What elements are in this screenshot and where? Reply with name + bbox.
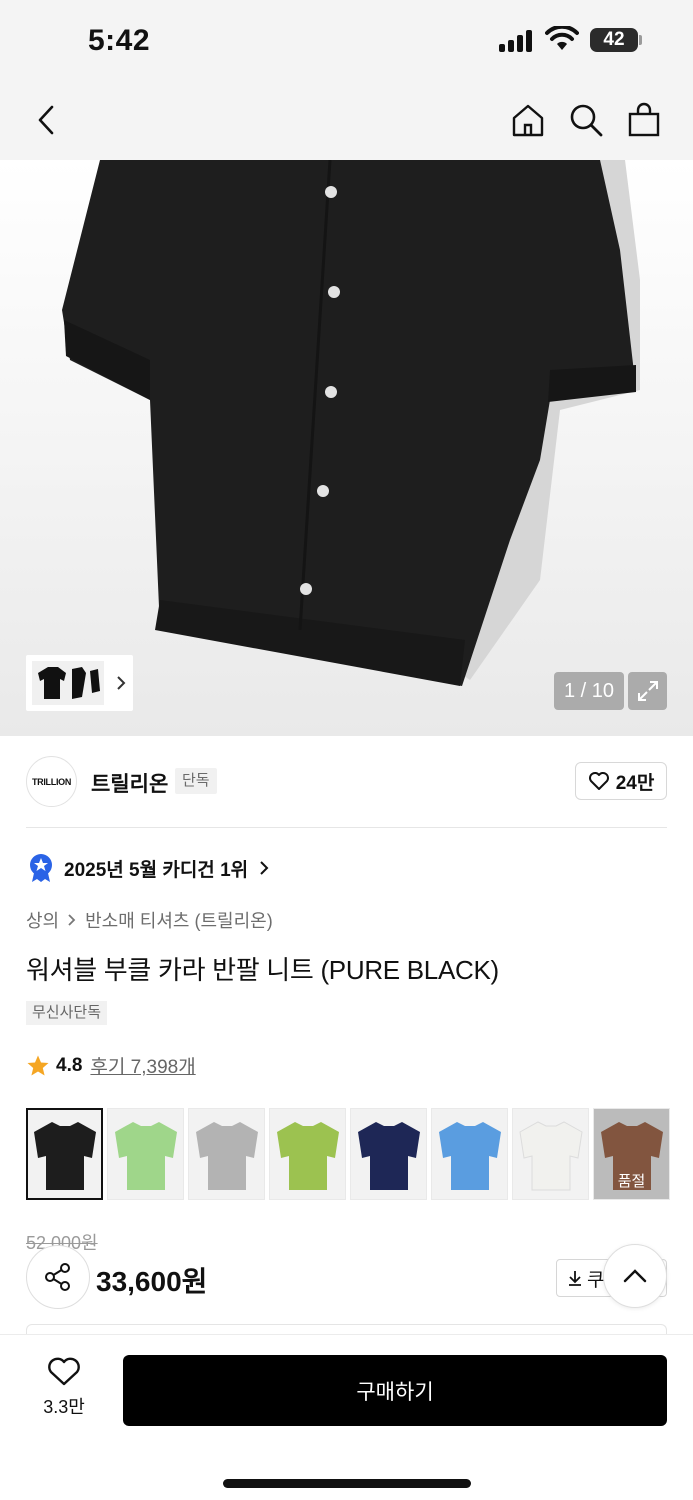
color-option-soldout[interactable]: 품절	[593, 1108, 670, 1200]
expand-icon	[637, 681, 658, 701]
sale-price: 33,600원	[96, 1266, 208, 1297]
chevron-up-icon	[623, 1269, 647, 1283]
chevron-right-icon	[117, 676, 126, 690]
buy-button[interactable]: 구매하기	[123, 1355, 667, 1426]
color-option[interactable]	[26, 1108, 103, 1200]
color-option[interactable]	[512, 1108, 589, 1200]
color-option[interactable]	[269, 1108, 346, 1200]
fullscreen-button[interactable]	[628, 672, 667, 710]
chevron-right-icon	[260, 861, 269, 875]
chevron-left-icon	[38, 105, 54, 135]
soldout-label: 품절	[617, 1173, 646, 1190]
favorite-button[interactable]: 3.3만	[26, 1357, 102, 1427]
color-option[interactable]	[431, 1108, 508, 1200]
image-counter: 1 / 10	[554, 672, 624, 710]
home-button[interactable]	[506, 98, 550, 142]
rating-score: 4.8	[56, 1054, 83, 1076]
shirt-thumbnail	[195, 1122, 258, 1190]
search-icon	[570, 104, 603, 137]
search-button[interactable]	[564, 98, 608, 142]
shirt-thumbnail	[357, 1122, 420, 1190]
rating-row: 4.8 후기 7,398개	[26, 1052, 196, 1079]
product-title: 워셔블 부클 카라 반팔 니트 (PURE BLACK)	[26, 955, 499, 985]
breadcrumb-category[interactable]: 상의	[26, 907, 59, 933]
ranking-badge-icon	[30, 854, 52, 882]
heart-icon	[588, 772, 609, 790]
download-icon	[569, 1271, 581, 1286]
divider	[26, 827, 667, 828]
battery-tip	[639, 35, 642, 45]
breadcrumb-subcategory[interactable]: 반소매 티셔츠 (트릴리온)	[85, 907, 273, 933]
product-image-gallery[interactable]: 1 / 10	[0, 160, 693, 736]
shirt-thumbnail	[33, 1122, 96, 1190]
color-options: 품절	[26, 1108, 670, 1200]
share-button[interactable]	[26, 1245, 90, 1309]
thumbnail-images	[32, 661, 104, 705]
favorite-count: 3.3만	[43, 1397, 85, 1417]
heart-icon	[48, 1357, 80, 1386]
ranking-text: 2025년 5월 카디건 1위	[64, 859, 249, 881]
exclusive-badge: 단독	[175, 768, 217, 794]
cellular-signal-icon	[499, 30, 535, 52]
coupon-label: 쿠	[587, 1269, 605, 1291]
shirt-thumbnail	[276, 1122, 339, 1190]
color-option[interactable]	[107, 1108, 184, 1200]
star-icon	[27, 1055, 49, 1075]
brand-logo[interactable]: TRILLION	[26, 756, 77, 807]
brand-like-count: 24만	[615, 772, 655, 794]
wifi-icon	[545, 26, 579, 50]
chevron-right-icon	[68, 914, 76, 926]
shirt-thumbnail	[114, 1122, 177, 1190]
shirt-thumbnail	[438, 1122, 501, 1190]
battery-icon: 42	[590, 28, 638, 52]
exclusive-tag: 무신사단독	[26, 1001, 108, 1025]
status-time: 5:42	[88, 24, 151, 57]
image-thumbnail-strip[interactable]	[26, 655, 133, 711]
home-icon	[512, 104, 544, 137]
color-option[interactable]	[350, 1108, 427, 1200]
share-icon	[45, 1263, 70, 1291]
shopping-bag-icon	[628, 102, 660, 137]
reviews-link[interactable]: 후기 7,398개	[90, 1052, 195, 1079]
scroll-top-button[interactable]	[603, 1244, 667, 1308]
brand-like-button[interactable]: 24만	[575, 762, 667, 800]
back-button[interactable]	[24, 98, 68, 142]
color-option[interactable]	[188, 1108, 265, 1200]
shirt-thumbnail	[518, 1121, 583, 1191]
status-bar: 5:42 42	[0, 0, 693, 82]
home-indicator	[223, 1479, 471, 1488]
brand-name[interactable]: 트릴리온	[91, 768, 168, 798]
top-navigation	[0, 82, 693, 160]
product-image	[62, 160, 640, 686]
bottom-purchase-bar: 3.3만 구매하기	[0, 1334, 693, 1500]
ranking-link[interactable]: 2025년 5월 카디건 1위	[28, 853, 270, 883]
breadcrumb: 상의 반소매 티셔츠 (트릴리온)	[26, 907, 273, 933]
cart-button[interactable]	[622, 98, 666, 142]
